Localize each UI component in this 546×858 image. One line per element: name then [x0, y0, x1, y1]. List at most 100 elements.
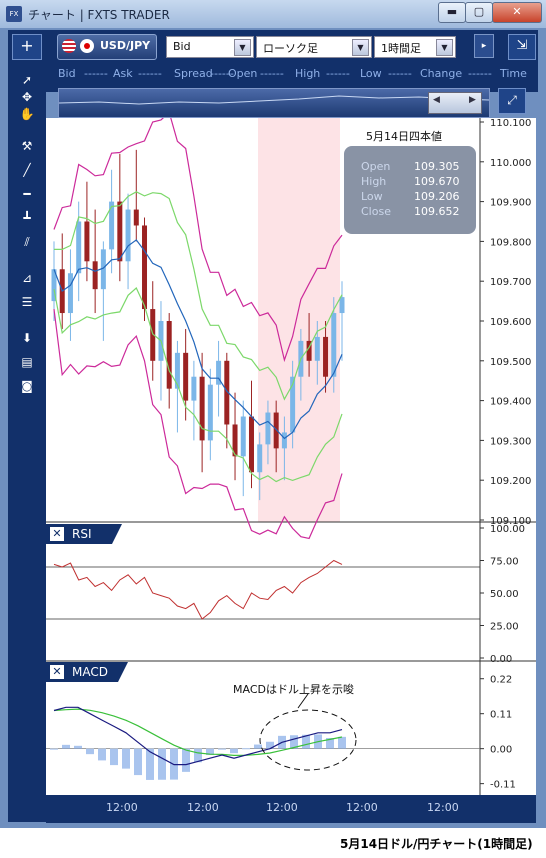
macd-histogram-bar: [98, 748, 106, 761]
candle-up: [174, 352, 180, 389]
macd-tick-label: 0.00: [490, 745, 512, 756]
candle-down: [92, 261, 98, 290]
macd-histogram-bar: [338, 736, 346, 749]
price-tick-label: 109.200: [490, 476, 531, 487]
price-tick-label: 109.600: [490, 317, 531, 328]
price-tick-label: 109.300: [490, 436, 531, 447]
macd-histogram-bar: [134, 748, 142, 776]
overview-navigator[interactable]: [58, 88, 490, 118]
change-label: Change: [420, 67, 463, 80]
macd-histogram-bar: [254, 744, 262, 749]
expand-button[interactable]: ⇲: [508, 34, 536, 60]
minimize-button[interactable]: ▬: [438, 2, 466, 23]
title-bar: FX チャート | FXTS TRADER ▬ ▢ ✕: [0, 0, 546, 28]
figure-caption: 5月14日ドル/円チャート(1時間足): [340, 837, 533, 851]
candle-down: [183, 352, 189, 401]
us-flag-icon: [62, 39, 76, 53]
time-label: Time: [500, 67, 527, 80]
scroll-left-icon[interactable]: ◀: [433, 95, 440, 105]
scroll-right-icon[interactable]: ▶: [469, 95, 476, 105]
rsi-tick-label: 100.00: [490, 524, 525, 535]
toolbar-scroll-right-icon[interactable]: ▸: [474, 34, 494, 58]
jp-flag-dot: [84, 43, 90, 49]
macd-annotation: MACDはドル上昇を示唆: [233, 683, 354, 696]
candle-down: [117, 201, 123, 262]
overview-scroll-handle[interactable]: ◀ ▶: [428, 92, 482, 114]
low-label: Low: [360, 67, 382, 80]
close-label: Close: [361, 205, 391, 218]
add-chart-button[interactable]: +: [12, 34, 42, 60]
chart-type-select[interactable]: ローソク足 ▼: [256, 36, 372, 58]
macd-tick-label: 0.11: [490, 710, 512, 721]
rsi-tick-label: 0.00: [490, 654, 512, 665]
camera-icon[interactable]: ◙: [16, 378, 38, 394]
price-tick-label: 109.400: [490, 397, 531, 408]
rsi-line: [53, 559, 343, 620]
close-button[interactable]: ✕: [492, 2, 542, 23]
close-rsi-icon[interactable]: ✕: [50, 527, 64, 541]
window-title: チャート | FXTS TRADER: [28, 8, 170, 22]
ask-label: Ask: [113, 67, 133, 80]
time-tick: 12:00: [187, 801, 219, 814]
price-tick-label: 110.000: [490, 158, 531, 169]
price-tick-label: 109.500: [490, 357, 531, 368]
candle-up: [265, 412, 271, 445]
high-value: ------: [326, 67, 350, 80]
timeframe-select[interactable]: 1時間足 ▼: [374, 36, 456, 58]
price-type-select[interactable]: Bid ▼: [166, 36, 254, 58]
chevron-down-icon: ▼: [234, 39, 251, 56]
fibonacci-icon[interactable]: ☰: [16, 294, 38, 310]
low-label: Low: [361, 190, 383, 203]
macd-tick-label: 0.22: [490, 675, 512, 686]
zoom-reset-button[interactable]: ⤢: [498, 88, 526, 114]
candle-down: [166, 321, 172, 389]
candle-down: [323, 336, 329, 377]
macd-histogram-bar: [110, 748, 118, 766]
candle-up: [257, 444, 263, 473]
rsi-pane-header: ✕ RSI: [46, 524, 122, 544]
candle-up: [125, 209, 131, 262]
time-tick: 12:00: [106, 801, 138, 814]
open-value: 109.305: [414, 160, 460, 173]
candle-up: [207, 384, 213, 441]
overview-line: [58, 95, 490, 105]
close-macd-icon[interactable]: ✕: [50, 665, 64, 679]
price-tick-label: 109.800: [490, 237, 531, 248]
rsi-label: RSI: [72, 527, 92, 541]
list-icon[interactable]: ▤: [16, 354, 38, 370]
hand-icon[interactable]: ✋: [16, 106, 38, 122]
macd-histogram-bar: [218, 748, 226, 750]
candle-up: [339, 297, 345, 314]
ohlc-title: 5月14日四本値: [366, 130, 442, 143]
crosshair-pointer-icon[interactable]: ✥: [16, 89, 38, 105]
candle-up: [281, 432, 287, 449]
candle-down: [199, 376, 205, 441]
macd-histogram-bar: [182, 748, 190, 772]
time-tick: 12:00: [427, 801, 459, 814]
macd-histogram-bar: [122, 748, 130, 769]
candle-up: [314, 336, 320, 361]
fan-icon[interactable]: ⊿: [16, 270, 38, 286]
price-tick-label: 110.100: [490, 118, 531, 129]
pointer-icon[interactable]: ➚: [16, 72, 38, 88]
time-tick: 12:00: [346, 801, 378, 814]
spread-label: Spread: [174, 67, 213, 80]
high-value: 109.670: [414, 175, 460, 188]
candle-up: [191, 376, 197, 401]
vertical-line-icon[interactable]: ┻: [16, 210, 38, 226]
trendline-icon[interactable]: ╱: [16, 162, 38, 178]
maximize-button[interactable]: ▢: [465, 2, 493, 23]
download-icon[interactable]: ⬇: [16, 330, 38, 346]
candle-down: [84, 221, 90, 262]
macd-histogram-bar: [230, 748, 238, 754]
horizontal-line-icon[interactable]: ━: [16, 186, 38, 202]
ask-value: ------: [138, 67, 162, 80]
channel-icon[interactable]: ⫽: [16, 234, 38, 250]
macd-histogram-bar: [74, 745, 82, 749]
timeframe-value: 1時間足: [381, 42, 421, 55]
rsi-tick-label: 25.00: [490, 622, 519, 633]
hammer-icon[interactable]: ⚒: [16, 138, 38, 154]
highlight-region: [258, 118, 340, 522]
high-label: High: [361, 175, 387, 188]
low-value: 109.206: [414, 190, 460, 203]
